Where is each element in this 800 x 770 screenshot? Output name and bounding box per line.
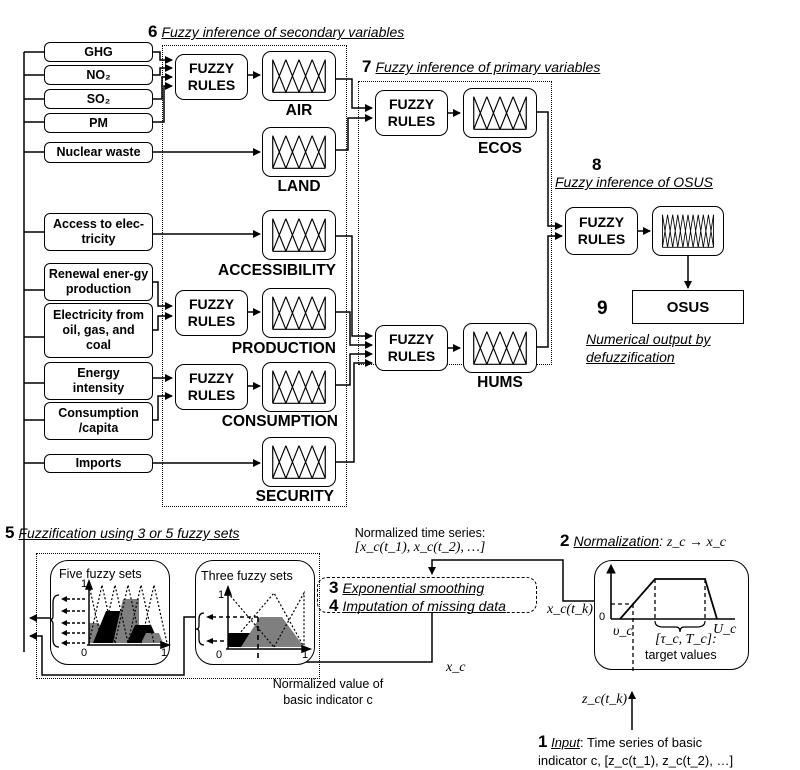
membership-accessibility[interactable] (262, 210, 336, 260)
norm-target-desc: target values (645, 648, 717, 662)
three-sets-x-zero: 0 (216, 649, 223, 661)
stage-9-number: 9 (597, 298, 608, 319)
triangular-sets (272, 370, 326, 404)
three-sets-chart (196, 584, 313, 659)
triangular-sets (272, 135, 326, 169)
normalized-value-label: Normalized value of basic indicator c (272, 677, 384, 707)
three-sets-x-one: 1 (302, 649, 309, 661)
membership-function-icon (272, 218, 326, 252)
membership-air[interactable] (262, 51, 336, 101)
norm-lower-bound: υ_c (613, 624, 633, 639)
label-ecos: ECOS (478, 140, 522, 157)
label-accessibility: ACCESSIBILITY (218, 262, 336, 279)
triangular-sets (272, 445, 326, 479)
membership-consumption[interactable] (262, 362, 336, 412)
membership-function-icon (272, 370, 326, 404)
stage-4-title: 4 Imputation of missing data (329, 596, 506, 615)
triangular-sets (473, 331, 527, 365)
stage-5-title: 5 Fuzzification using 3 or 5 fuzzy sets (5, 523, 240, 542)
indicator-access-to-electricity[interactable]: Access to elec-tricity (44, 213, 153, 251)
label-hums: HUMS (477, 374, 523, 391)
membership-function-icon (473, 96, 527, 130)
membership-function-icon (272, 135, 326, 169)
indicator-electricity-fossil[interactable]: Electricity from oil, gas, and coal (44, 303, 153, 358)
norm-axis-zero: 0 (599, 611, 606, 623)
fuzzy-rules-ecos[interactable]: FUZZY RULES (375, 90, 448, 136)
triangular-sets (662, 214, 714, 248)
triangular-sets (272, 296, 326, 330)
fuzzy-rules-consumption[interactable]: FUZZY RULES (175, 364, 248, 410)
membership-osus[interactable] (652, 206, 724, 256)
label-security: SECURITY (255, 488, 334, 505)
membership-function-icon (473, 331, 527, 365)
indicator-ghg[interactable]: GHG (44, 42, 153, 62)
five-fuzzy-sets-box[interactable]: Five fuzzy sets 1 0 1 (50, 560, 171, 665)
indicator-so2[interactable]: SO₂ (44, 89, 153, 109)
indicator-pm[interactable]: PM (44, 113, 153, 133)
fuzzy-rules-air[interactable]: FUZZY RULES (175, 54, 248, 100)
fuzzy-rules-production[interactable]: FUZZY RULES (175, 290, 248, 336)
stage-6-title: 6 Fuzzy inference of secondary variables (148, 22, 405, 41)
stage-1-input: 1 Input: Time series of basic indicator … (538, 732, 734, 769)
norm-target-range: [τ_c, T_c]: (655, 632, 717, 647)
indicator-renewal-energy-production[interactable]: Renewal ener-gy production (44, 263, 153, 301)
fuzzy-rules-hums[interactable]: FUZZY RULES (375, 325, 448, 371)
xc-label: x_c (446, 660, 466, 675)
xc-tk-label: x_c(t_k) (547, 602, 593, 617)
membership-security[interactable] (262, 437, 336, 487)
five-sets-x-zero: 0 (81, 647, 88, 659)
stage-3-title: 3 Exponential smoothing (329, 578, 485, 597)
five-sets-chart (51, 578, 171, 650)
label-land: LAND (277, 178, 321, 195)
membership-function-icon (662, 214, 714, 248)
membership-land[interactable] (262, 127, 336, 177)
three-sets-y-one: 1 (218, 589, 225, 601)
membership-ecos[interactable] (463, 88, 537, 138)
label-air: AIR (285, 102, 313, 119)
osus-output-box[interactable]: OSUS (632, 290, 744, 324)
normalization-box[interactable]: 0 υ_c U_c [τ_c, T_c]: target values (594, 560, 749, 671)
triangular-sets (272, 218, 326, 252)
indicator-consumption-per-capita[interactable]: Consumption /capita (44, 402, 153, 440)
stage-9-title: Numerical output by defuzzification (586, 331, 711, 365)
normalized-series-label: Normalized time series: [x_c(t_1), x_c(t… (354, 526, 486, 555)
triangular-sets (272, 59, 326, 93)
label-production: PRODUCTION (231, 340, 336, 357)
zc-tk-label: z_c(t_k) (582, 692, 628, 707)
membership-function-icon (272, 59, 326, 93)
membership-function-icon (272, 296, 326, 330)
fuzzy-rules-osus[interactable]: FUZZY RULES (565, 207, 638, 255)
five-sets-x-one: 1 (161, 647, 168, 659)
indicator-imports[interactable]: Imports (44, 454, 153, 473)
five-sets-y-one: 1 (81, 578, 88, 590)
membership-hums[interactable] (463, 323, 537, 373)
indicator-nuclear-waste[interactable]: Nuclear waste (44, 142, 153, 163)
membership-function-icon (272, 445, 326, 479)
indicator-no2[interactable]: NO₂ (44, 65, 153, 85)
label-consumption: CONSUMPTION (221, 413, 338, 430)
triangular-sets (473, 96, 527, 130)
membership-production[interactable] (262, 288, 336, 338)
stage-8-number: 8 (592, 155, 602, 174)
stage-8-title: Fuzzy inference of OSUS (555, 174, 713, 190)
three-fuzzy-sets-box[interactable]: Three fuzzy sets 1 0 1 (195, 560, 315, 665)
indicator-energy-intensity[interactable]: Energy intensity (44, 362, 153, 400)
stage-2-title: 2 Normalization: z_c → x_c (560, 531, 726, 550)
stage-7-title: 7 Fuzzy inference of primary variables (362, 57, 601, 76)
